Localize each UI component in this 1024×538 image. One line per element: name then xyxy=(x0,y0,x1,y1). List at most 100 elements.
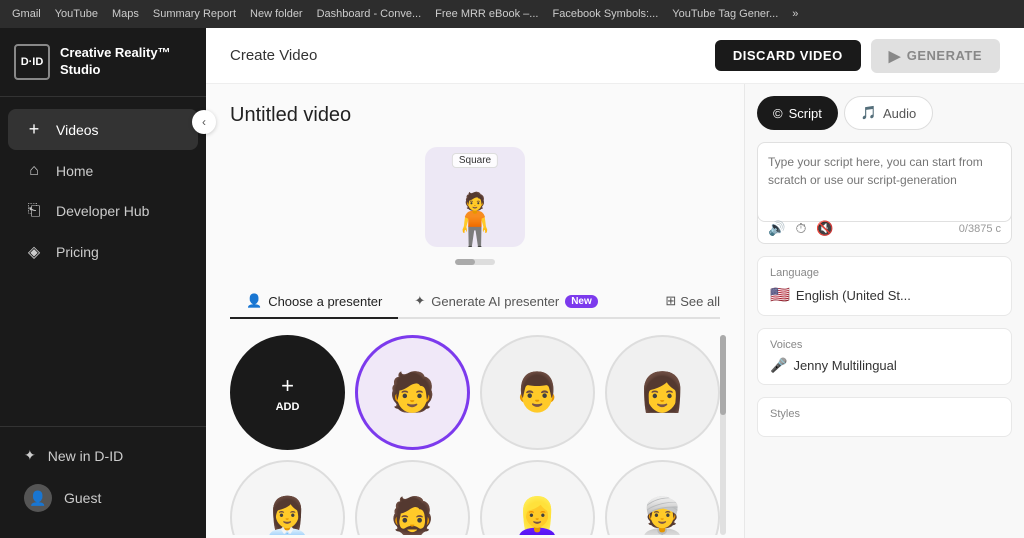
presenter-card: Square 🧍 xyxy=(425,147,525,247)
styles-section: Styles xyxy=(757,397,1012,437)
presenter-6[interactable]: 👱‍♀️ HQ xyxy=(480,460,595,535)
script-tab-icon: © xyxy=(773,106,783,121)
tab-generate-ai-presenter[interactable]: ✦ Generate AI presenter New xyxy=(398,285,613,319)
bookmark-yttag[interactable]: YouTube Tag Gener... xyxy=(668,6,782,22)
voices-label: Voices xyxy=(770,339,999,351)
audio-tab-icon: 🎵 xyxy=(861,105,877,121)
app-container: D·ID Creative Reality™ Studio + Videos ⌂… xyxy=(0,28,1024,538)
generate-button[interactable]: ▶ GENERATE xyxy=(871,39,1000,73)
tab-script[interactable]: © Script xyxy=(757,96,838,130)
add-presenter-button[interactable]: + ADD xyxy=(230,335,345,450)
script-editor-container: 🔊 ⏱ 🔇 0/3875 c xyxy=(757,142,1012,244)
bookmark-summary[interactable]: Summary Report xyxy=(149,6,240,22)
voices-select-row[interactable]: 🎤 Jenny Multilingual xyxy=(770,357,999,374)
add-label: ADD xyxy=(276,401,300,413)
header-actions: DISCARD VIDEO ▶ GENERATE xyxy=(715,39,1000,73)
presenter-2[interactable]: 👨 HQ xyxy=(480,335,595,450)
see-all-label: See all xyxy=(680,294,720,309)
bookmark-folder[interactable]: New folder xyxy=(246,6,307,22)
avatar-icon: 👤 xyxy=(29,490,46,507)
script-count: 0/3875 c xyxy=(959,223,1001,235)
page-title: Create Video xyxy=(230,47,317,64)
sidebar: D·ID Creative Reality™ Studio + Videos ⌂… xyxy=(0,28,206,538)
mute-icon[interactable]: 🔇 xyxy=(816,220,833,237)
presenter-7[interactable]: 👳 HQ xyxy=(605,460,720,535)
ai-presenter-label: Generate AI presenter xyxy=(431,294,559,309)
sidebar-item-developer-hub[interactable]: ⎗ Developer Hub xyxy=(8,192,198,230)
presenter-figure-5: 🧔 xyxy=(389,499,436,536)
tab-audio[interactable]: 🎵 Audio xyxy=(844,96,933,130)
sidebar-collapse-button[interactable]: ‹ xyxy=(192,110,216,134)
generate-icon: ▶ xyxy=(889,47,901,65)
sidebar-item-home[interactable]: ⌂ Home xyxy=(8,152,198,190)
main-content: Create Video DISCARD VIDEO ▶ GENERATE Un… xyxy=(206,28,1024,538)
tab-see-all[interactable]: ⊞ See all xyxy=(665,293,720,309)
bookmark-facebook[interactable]: Facebook Symbols:... xyxy=(548,6,662,22)
language-value: English (United St... xyxy=(796,288,911,303)
bookmark-mrr[interactable]: Free MRR eBook –... xyxy=(431,6,542,22)
sidebar-item-guest-label: Guest xyxy=(64,490,101,506)
language-select-row[interactable]: 🇺🇸 English (United St... xyxy=(770,285,999,305)
sidebar-item-pricing-label: Pricing xyxy=(56,244,99,260)
sidebar-item-new-in-did[interactable]: ✦ New in D-ID xyxy=(8,437,198,474)
presenter-figure-6: 👱‍♀️ xyxy=(514,499,561,536)
bookmark-youtube[interactable]: YouTube xyxy=(51,6,102,22)
bookmarks-bar: Gmail YouTube Maps Summary Report New fo… xyxy=(8,6,802,22)
video-editor: Untitled video Square 🧍 👤 C xyxy=(206,84,744,538)
language-section: Language 🇺🇸 English (United St... xyxy=(757,256,1012,316)
presenter-preview: Square 🧍 xyxy=(230,147,720,265)
bookmark-maps[interactable]: Maps xyxy=(108,6,143,22)
choose-presenter-icon: 👤 xyxy=(246,293,262,309)
developer-icon: ⎗ xyxy=(24,202,44,220)
script-textarea[interactable] xyxy=(757,142,1012,222)
sidebar-item-home-label: Home xyxy=(56,163,93,179)
presenter-1[interactable]: 🧑 HQ xyxy=(355,335,470,450)
sidebar-item-pricing[interactable]: ◈ Pricing xyxy=(8,232,198,272)
scrollbar-thumb xyxy=(720,335,726,415)
hq-badge-5: HQ xyxy=(446,464,466,475)
voice-person-icon: 🎤 xyxy=(770,357,787,374)
right-panel-body: 🔊 ⏱ 🔇 0/3875 c Language 🇺🇸 English (Unit… xyxy=(745,130,1024,538)
bookmark-gmail[interactable]: Gmail xyxy=(8,6,45,22)
tab-choose-presenter[interactable]: 👤 Choose a presenter xyxy=(230,285,398,319)
ai-presenter-icon: ✦ xyxy=(414,293,425,309)
sidebar-item-guest[interactable]: 👤 Guest xyxy=(8,474,198,522)
new-badge: New xyxy=(565,295,598,308)
choose-presenter-label: Choose a presenter xyxy=(268,294,382,309)
bookmark-dashboard[interactable]: Dashboard - Conve... xyxy=(313,6,426,22)
hq-badge-4: HQ xyxy=(321,464,341,475)
hq-badge-6: HQ xyxy=(571,464,591,475)
bookmark-more[interactable]: » xyxy=(788,6,802,22)
scrollbar-track[interactable] xyxy=(720,335,726,535)
sidebar-nav: + Videos ⌂ Home ⎗ Developer Hub ◈ Pricin… xyxy=(0,97,206,426)
presenter-4[interactable]: 👩‍💼 HQ xyxy=(230,460,345,535)
see-all-icon: ⊞ xyxy=(665,293,676,309)
presenter-figure-2: 👨 xyxy=(514,374,561,412)
clock-icon[interactable]: ⏱ xyxy=(795,220,806,237)
presenter-5[interactable]: 🧔 HQ xyxy=(355,460,470,535)
sidebar-item-newindid-label: New in D-ID xyxy=(48,448,123,464)
discard-video-button[interactable]: DISCARD VIDEO xyxy=(715,40,861,71)
volume-icon[interactable]: 🔊 xyxy=(768,220,785,237)
main-body: Untitled video Square 🧍 👤 C xyxy=(206,84,1024,538)
add-icon: + xyxy=(281,373,294,399)
sidebar-item-videos-label: Videos xyxy=(56,122,99,138)
presenter-figure-1: 🧑 xyxy=(389,374,436,412)
presenter-tabs: 👤 Choose a presenter ✦ Generate AI prese… xyxy=(230,285,720,319)
sidebar-logo: D·ID Creative Reality™ Studio xyxy=(0,28,206,97)
voice-value: Jenny Multilingual xyxy=(793,358,896,373)
flag-icon: 🇺🇸 xyxy=(770,285,790,305)
presenter-loading xyxy=(455,259,495,265)
language-label: Language xyxy=(770,267,999,279)
styles-label: Styles xyxy=(770,408,999,420)
avatar: 👤 xyxy=(24,484,52,512)
plus-icon: + xyxy=(24,119,44,140)
hq-badge-2: HQ xyxy=(571,339,591,350)
presenter-figure-4: 👩‍💼 xyxy=(264,499,311,536)
audio-tab-label: Audio xyxy=(883,106,916,121)
script-tab-label: Script xyxy=(789,106,822,121)
logo-box: D·ID xyxy=(14,44,50,80)
presenter-3[interactable]: 👩 HQ xyxy=(605,335,720,450)
sidebar-item-videos[interactable]: + Videos xyxy=(8,109,198,150)
presenter-grid: + ADD 🧑 HQ 👨 HQ xyxy=(230,335,720,535)
